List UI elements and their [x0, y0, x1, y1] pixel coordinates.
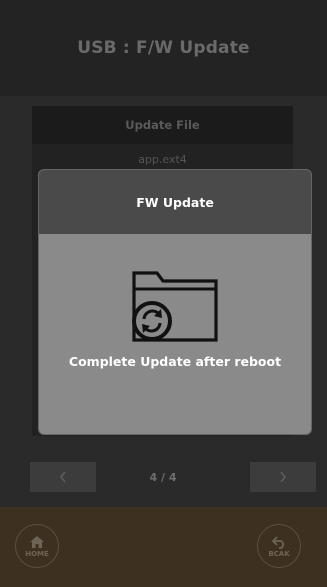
home-label: HOME: [25, 549, 49, 558]
home-button[interactable]: HOME: [15, 524, 59, 568]
back-arrow-icon: [272, 535, 284, 549]
screen: USB : F/W Update Update File app.ext4 4 …: [0, 0, 327, 587]
file-list-item[interactable]: app.ext4: [32, 146, 293, 172]
chevron-left-icon: [59, 471, 66, 483]
dialog-message: Complete Update after reboot: [68, 353, 282, 369]
title-bar: USB : F/W Update: [0, 0, 327, 96]
next-page-button[interactable]: [250, 462, 316, 492]
fw-update-dialog: FW Update Complete Update after reboot: [39, 170, 311, 434]
page-indicator: 4 / 4: [149, 470, 177, 484]
pagination: 4 / 4: [0, 458, 327, 496]
back-label: BCAK: [268, 549, 290, 558]
chevron-right-icon: [280, 471, 287, 483]
prev-page-button[interactable]: [30, 462, 96, 492]
bottom-bar: HOME BCAK: [0, 507, 327, 587]
dialog-body: Complete Update after reboot: [39, 234, 311, 434]
folder-sync-icon: [132, 271, 218, 342]
page-title: USB : F/W Update: [77, 38, 250, 58]
back-button[interactable]: BCAK: [257, 524, 301, 568]
dialog-title: FW Update: [39, 170, 311, 234]
file-list-header: Update File: [32, 106, 293, 144]
home-icon: [30, 535, 44, 548]
